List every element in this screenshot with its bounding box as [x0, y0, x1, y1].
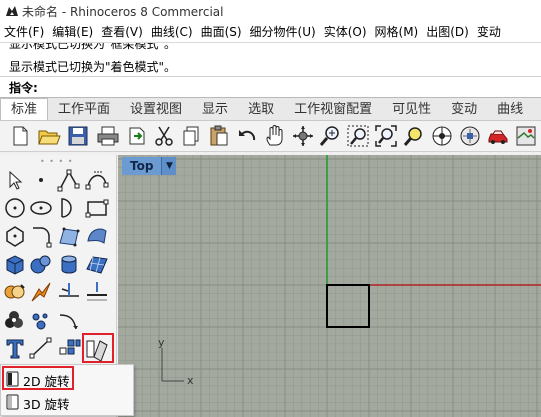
command-history: 显示模式已切换为"框架模式"。 显示模式已切换为"着色模式"。 [0, 42, 541, 77]
copy-icon[interactable] [180, 124, 204, 148]
flyout-item-label: 3D 旋转 [23, 397, 70, 412]
trim-icon[interactable] [56, 279, 82, 305]
menu-subd[interactable]: 细分物件(U) [246, 22, 320, 42]
viewport-title-tab[interactable]: Top ▼ [122, 157, 177, 175]
arc-icon[interactable] [56, 195, 82, 221]
new-document-icon[interactable] [8, 124, 32, 148]
split-icon[interactable] [84, 279, 110, 305]
rotate-view-icon[interactable] [291, 124, 315, 148]
polygon-icon[interactable] [2, 223, 28, 249]
polyline-icon[interactable] [56, 167, 82, 193]
rhino-logo-icon [5, 4, 19, 18]
text-icon[interactable] [2, 335, 28, 361]
circle-icon[interactable] [2, 195, 28, 221]
menu-drafting[interactable]: 出图(D) [422, 22, 473, 42]
menu-curve[interactable]: 曲线(C) [147, 22, 197, 42]
boolean-icon[interactable] [2, 279, 28, 305]
sphere-icon[interactable] [28, 251, 54, 277]
tab-cplanes[interactable]: 工作平面 [48, 99, 120, 120]
rotate-button-highlight [82, 333, 114, 363]
menu-edit[interactable]: 编辑(E) [48, 22, 97, 42]
command-prompt[interactable]: 指令: [0, 76, 541, 98]
zoom-extents-icon[interactable] [374, 124, 398, 148]
dropdown-triangle-icon[interactable]: ▼ [161, 157, 177, 175]
fillet-curve-icon[interactable] [28, 223, 54, 249]
menu-solid[interactable]: 实体(O) [320, 22, 371, 42]
menu-file[interactable]: 文件(F) [0, 22, 48, 42]
menu-surface[interactable]: 曲面(S) [197, 22, 246, 42]
tab-set-view[interactable]: 设置视图 [120, 99, 192, 120]
flyout-highlight [2, 366, 74, 390]
menu-view[interactable]: 查看(V) [97, 22, 147, 42]
box-solid-icon[interactable] [2, 251, 28, 277]
open-folder-icon[interactable] [37, 124, 61, 148]
ellipse-icon[interactable] [28, 195, 54, 221]
viewport-grid: yx [118, 155, 541, 417]
dimension-icon[interactable] [28, 335, 54, 361]
select-icon[interactable] [430, 124, 454, 148]
curve-icon[interactable] [84, 167, 110, 193]
menu-transform[interactable]: 变动 [473, 22, 505, 42]
palette-grip[interactable]: • • • • [40, 157, 74, 166]
mesh-icon[interactable] [84, 251, 110, 277]
blob-icon[interactable] [28, 307, 54, 333]
surface-from-points-icon[interactable] [56, 223, 82, 249]
gizmo-y-label: y [158, 336, 165, 349]
toolbar-tabs: 标准 工作平面 设置视图 显示 选取 工作视窗配置 可见性 变动 曲线 [0, 98, 541, 121]
tab-viewport-layout[interactable]: 工作视窗配置 [284, 99, 382, 120]
point-icon[interactable] [28, 167, 54, 193]
command-label: 指令: [9, 81, 38, 95]
car-render-icon[interactable] [486, 124, 510, 148]
zoom-window-icon[interactable] [346, 124, 370, 148]
cut-icon[interactable] [152, 124, 176, 148]
array-icon[interactable] [56, 335, 82, 361]
rotate-3d-icon [6, 394, 19, 410]
import-icon[interactable] [125, 124, 149, 148]
tab-transform[interactable]: 变动 [441, 99, 487, 120]
zoom-icon[interactable] [318, 124, 342, 148]
explode-icon[interactable] [28, 279, 54, 305]
viewport-top[interactable]: yx Top ▼ [118, 155, 541, 417]
paste-icon[interactable] [207, 124, 231, 148]
flyout-item-3d-rotate[interactable]: 3D 旋转 [3, 391, 131, 413]
tab-display[interactable]: 显示 [192, 99, 238, 120]
tab-select[interactable]: 选取 [238, 99, 284, 120]
gizmo-x-label: x [187, 374, 194, 387]
viewport-name[interactable]: Top [122, 157, 162, 175]
save-icon[interactable] [66, 124, 90, 148]
select-arrow-icon[interactable] [2, 167, 28, 193]
history-line: 显示模式已切换为"框架模式"。 [9, 42, 177, 51]
patch-surface-icon[interactable] [84, 223, 110, 249]
history-line: 显示模式已切换为"着色模式"。 [9, 60, 177, 74]
print-icon[interactable] [96, 124, 120, 148]
pan-hand-icon[interactable] [263, 124, 287, 148]
rectangle-object[interactable] [326, 284, 370, 328]
menu-mesh[interactable]: 网格(M) [371, 22, 423, 42]
menu-bar: 文件(F) 编辑(E) 查看(V) 曲线(C) 曲面(S) 细分物件(U) 实体(O) 网格(… [0, 22, 541, 42]
zoom-selected-icon[interactable] [402, 124, 426, 148]
undo-icon[interactable] [235, 124, 259, 148]
title-bar: 未命名 - Rhinoceros 8 Commercial [0, 0, 541, 23]
standard-toolbar [0, 121, 541, 152]
tab-curve-tools[interactable]: 曲线 [487, 99, 533, 120]
render-icon[interactable] [458, 124, 482, 148]
rectangle-icon[interactable] [84, 195, 110, 221]
join-icon[interactable] [2, 307, 28, 333]
tab-standard[interactable]: 标准 [0, 98, 49, 120]
cylinder-icon[interactable] [56, 251, 82, 277]
window-title: 未命名 - Rhinoceros 8 Commercial [22, 5, 224, 19]
tab-visibility[interactable]: 可见性 [382, 99, 441, 120]
render-preview-icon[interactable] [514, 124, 538, 148]
bend-icon[interactable] [56, 307, 82, 333]
